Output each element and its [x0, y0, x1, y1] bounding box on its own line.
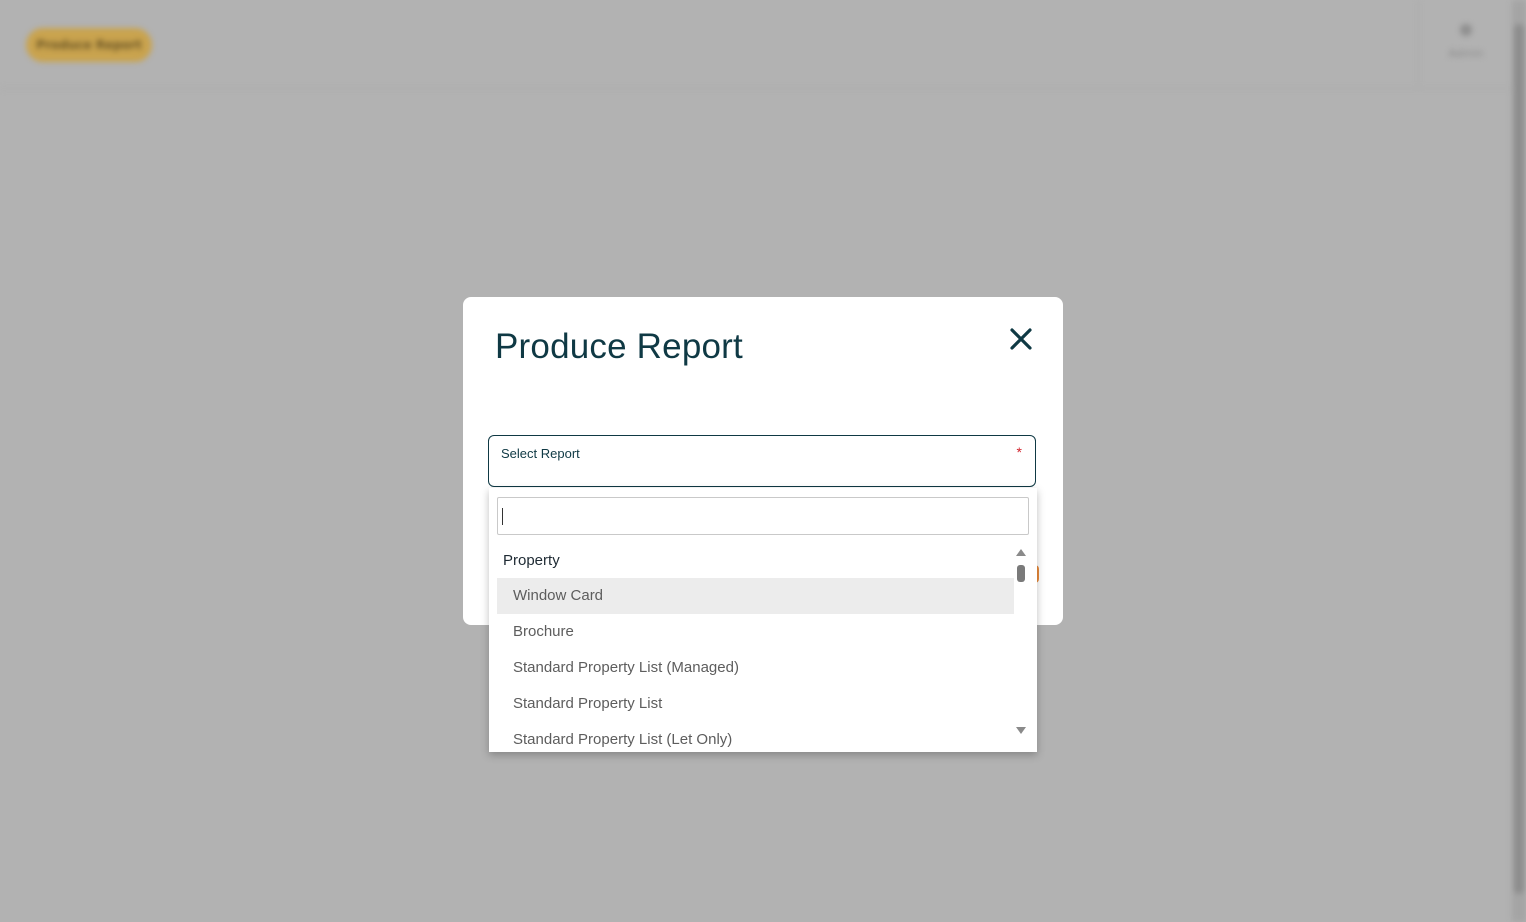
close-button[interactable] [1006, 324, 1036, 354]
select-report-field[interactable]: Select Report * [488, 435, 1036, 487]
user-label: Admin [1448, 47, 1484, 60]
chevron-up-icon[interactable] [1016, 549, 1026, 556]
required-indicator: * [1016, 444, 1022, 460]
page-scrollbar-thumb [1514, 24, 1524, 894]
page-scrollbar [1512, 0, 1526, 922]
app-header: Produce Report Admin [0, 0, 1512, 89]
user-menu: Admin [1418, 0, 1513, 88]
option-standard-property-list[interactable]: Standard Property List [497, 686, 1014, 722]
close-icon [1010, 328, 1032, 350]
dropdown-search-input[interactable] [497, 497, 1029, 535]
option-standard-property-list-managed[interactable]: Standard Property List (Managed) [497, 650, 1014, 686]
text-caret [502, 508, 503, 525]
produce-report-header-button: Produce Report [26, 28, 152, 62]
dropdown-scrollbar-thumb[interactable] [1017, 565, 1025, 582]
option-window-card[interactable]: Window Card [497, 578, 1014, 614]
dropdown-scrollbar[interactable] [1014, 544, 1028, 740]
user-icon [1460, 24, 1472, 36]
option-brochure[interactable]: Brochure [497, 614, 1014, 650]
modal-title: Produce Report [495, 327, 743, 366]
chevron-down-icon[interactable] [1016, 727, 1026, 734]
option-group-property: Property [503, 552, 560, 569]
select-report-label: Select Report [501, 446, 580, 461]
report-dropdown: Property Window Card Brochure Standard P… [489, 488, 1037, 752]
option-standard-property-list-let-only[interactable]: Standard Property List (Let Only) [497, 722, 1014, 752]
dropdown-option-list: Property Window Card Brochure Standard P… [497, 544, 1014, 752]
